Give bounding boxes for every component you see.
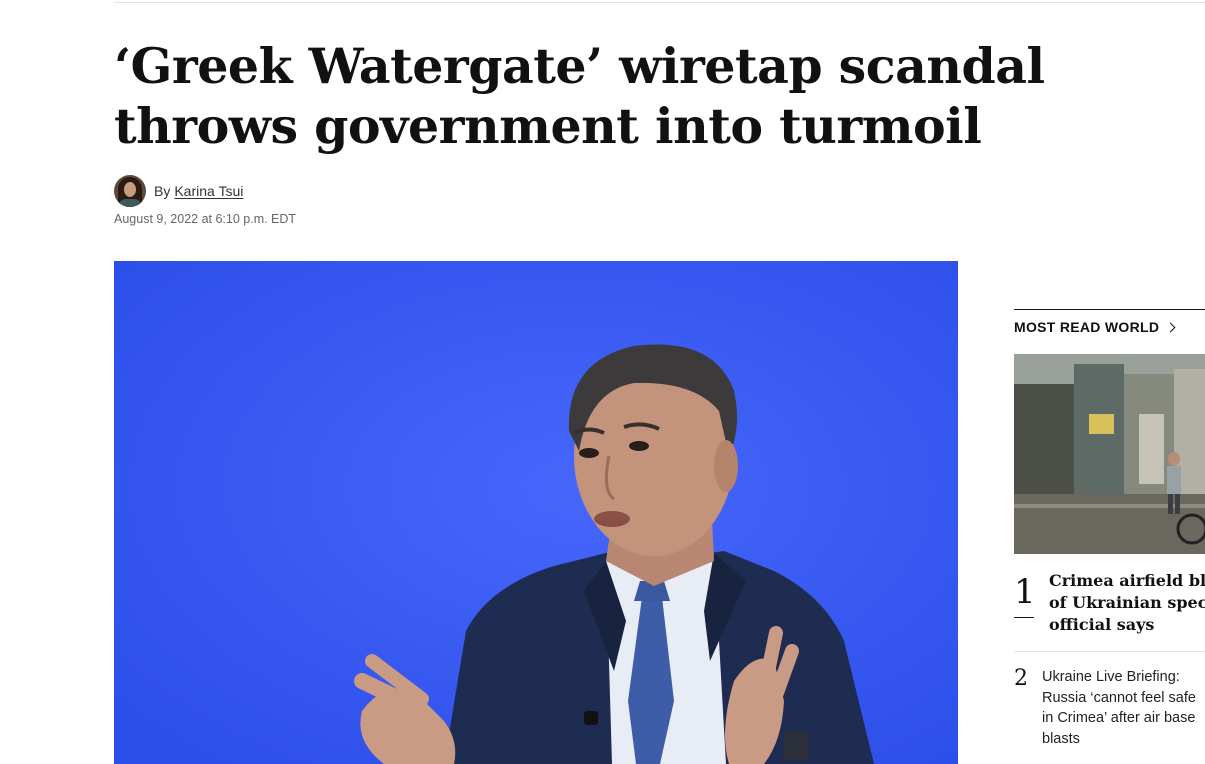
chevron-right-icon: [1165, 322, 1176, 332]
author-avatar[interactable]: [114, 175, 146, 207]
story-2-line-1: Ukraine Live Briefing:: [1042, 669, 1180, 685]
most-read-world-heading[interactable]: MOST READ WORLD: [1014, 319, 1176, 335]
story-1-line-2: of Ukrainian specia: [1049, 593, 1205, 612]
story-rank-1: 1: [1014, 572, 1036, 612]
hero-photo: [114, 261, 958, 764]
author-link[interactable]: Karina Tsui: [174, 183, 243, 199]
most-read-story-1[interactable]: Crimea airfield bla of Ukrainian specia …: [1049, 570, 1205, 636]
story-2-line-2: Russia ‘cannot feel safe: [1042, 689, 1196, 706]
story-2-line-4: blasts: [1042, 730, 1080, 747]
sidebar-top-rule: [1014, 309, 1205, 310]
article-headline: ‘Greek Watergate’ wiretap scandal throws…: [114, 37, 1045, 155]
byline-text: By Karina Tsui: [154, 183, 243, 199]
top-divider: [114, 2, 1205, 3]
byline: By Karina Tsui: [114, 175, 243, 207]
byline-prefix: By: [154, 183, 171, 199]
story-1-line-3: official says: [1049, 615, 1155, 634]
story-2-line-3: in Crimea’ after air base: [1042, 710, 1196, 726]
story-divider: [1014, 651, 1205, 652]
most-read-story-2[interactable]: Ukraine Live Briefing: Russia ‘cannot fe…: [1042, 667, 1205, 749]
story-1-line-1: Crimea airfield bla: [1049, 571, 1205, 590]
most-read-world-label: MOST READ WORLD: [1014, 319, 1160, 335]
publish-timestamp: August 9, 2022 at 6:10 p.m. EDT: [114, 212, 297, 226]
rank-underline: [1014, 617, 1034, 618]
story-rank-2: 2: [1014, 666, 1028, 691]
most-read-thumbnail[interactable]: [1014, 354, 1205, 554]
